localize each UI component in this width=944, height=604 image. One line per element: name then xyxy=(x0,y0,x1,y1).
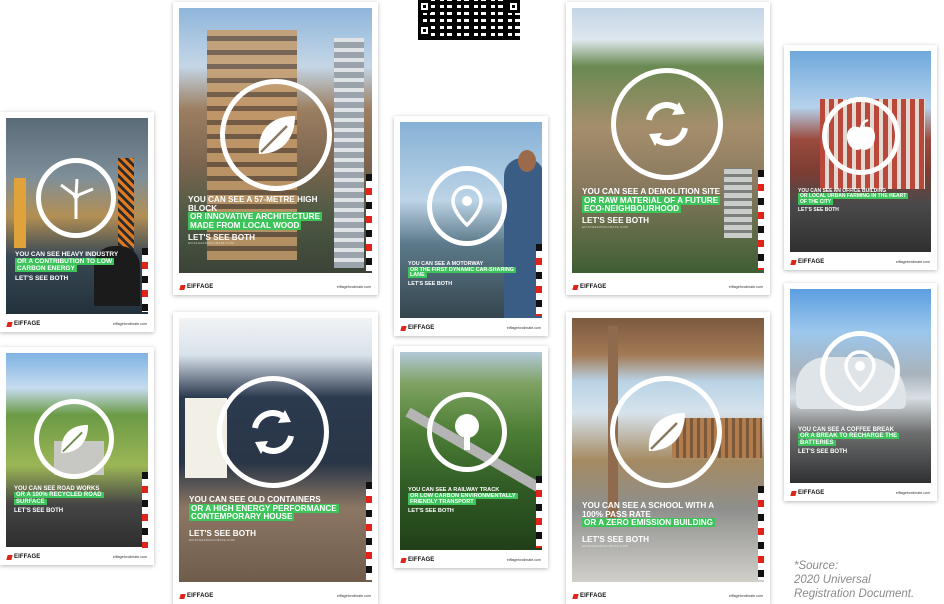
poster-railway-track: YOU CAN SEE A RAILWAY TRACK OR LOW CARBON… xyxy=(394,346,548,568)
poster-caption: YOU CAN SEE A COFFEE BREAK OR A BREAK TO … xyxy=(798,427,900,456)
location-pin-icon xyxy=(820,331,900,411)
poster-urban-farming: YOU CAN SEE AN OFFICE BUILDING OR LOCAL U… xyxy=(784,45,937,270)
source-line: Registration Document. xyxy=(794,587,915,600)
poster-old-containers: YOU CAN SEE OLD CONTAINERS OR A HIGH ENER… xyxy=(173,312,378,604)
poster-wind-turbine: YOU CAN SEE HEAVY INDUSTRY OR A CONTRIBUT… xyxy=(0,112,154,332)
poster-demolition-site: YOU CAN SEE A DEMOLITION SITE OR RAW MATE… xyxy=(566,2,770,295)
poster-caption: YOU CAN SEE ROAD WORKS OR A 100% RECYCLED… xyxy=(14,486,104,515)
qr-code-icon xyxy=(418,0,520,40)
source-note: *Source: 2020 Universal Registration Doc… xyxy=(794,560,944,601)
poster-motorway: YOU CAN SEE A MOTORWAY OR THE FIRST DYNAM… xyxy=(394,116,548,336)
poster-caption: YOU CAN SEE A RAILWAY TRACK OR LOW CARBON… xyxy=(408,487,518,514)
poster-caption: YOU CAN SEE OLD CONTAINERS OR A HIGH ENER… xyxy=(189,495,339,542)
apple-icon xyxy=(822,97,900,175)
recycle-icon xyxy=(217,376,329,488)
poster-road-works: YOU CAN SEE ROAD WORKS OR A 100% RECYCLED… xyxy=(0,347,154,565)
leaf-icon xyxy=(610,376,722,488)
poster-caption: YOU CAN SEE HEAVY INDUSTRY OR A CONTRIBUT… xyxy=(15,251,119,282)
poster-coffee-break: YOU CAN SEE A COFFEE BREAK OR A BREAK TO … xyxy=(784,283,937,501)
poster-caption: YOU CAN SEE A 57-METRE HIGH BLOCK OR INNO… xyxy=(188,195,322,246)
poster-caption: YOU CAN SEE A MOTORWAY OR THE FIRST DYNAM… xyxy=(408,261,516,288)
source-line: 2020 Universal xyxy=(794,573,871,586)
poster-wooden-tower: YOU CAN SEE A 57-METRE HIGH BLOCK OR INNO… xyxy=(173,2,378,295)
wind-turbine-icon xyxy=(36,158,116,238)
leaf-icon xyxy=(34,399,114,479)
poster-caption: YOU CAN SEE AN OFFICE BUILDING OR LOCAL U… xyxy=(798,188,909,213)
poster-caption: YOU CAN SEE A DEMOLITION SITE OR RAW MATE… xyxy=(582,187,721,229)
source-line: *Source: xyxy=(794,560,839,572)
poster-school: YOU CAN SEE A SCHOOL WITH A 100% PASS RA… xyxy=(566,312,770,604)
location-pin-icon xyxy=(427,166,507,246)
poster-caption: YOU CAN SEE A SCHOOL WITH A 100% PASS RA… xyxy=(582,501,716,548)
leaf-icon xyxy=(220,79,332,191)
tree-icon xyxy=(427,392,507,472)
recycle-icon xyxy=(611,68,723,180)
